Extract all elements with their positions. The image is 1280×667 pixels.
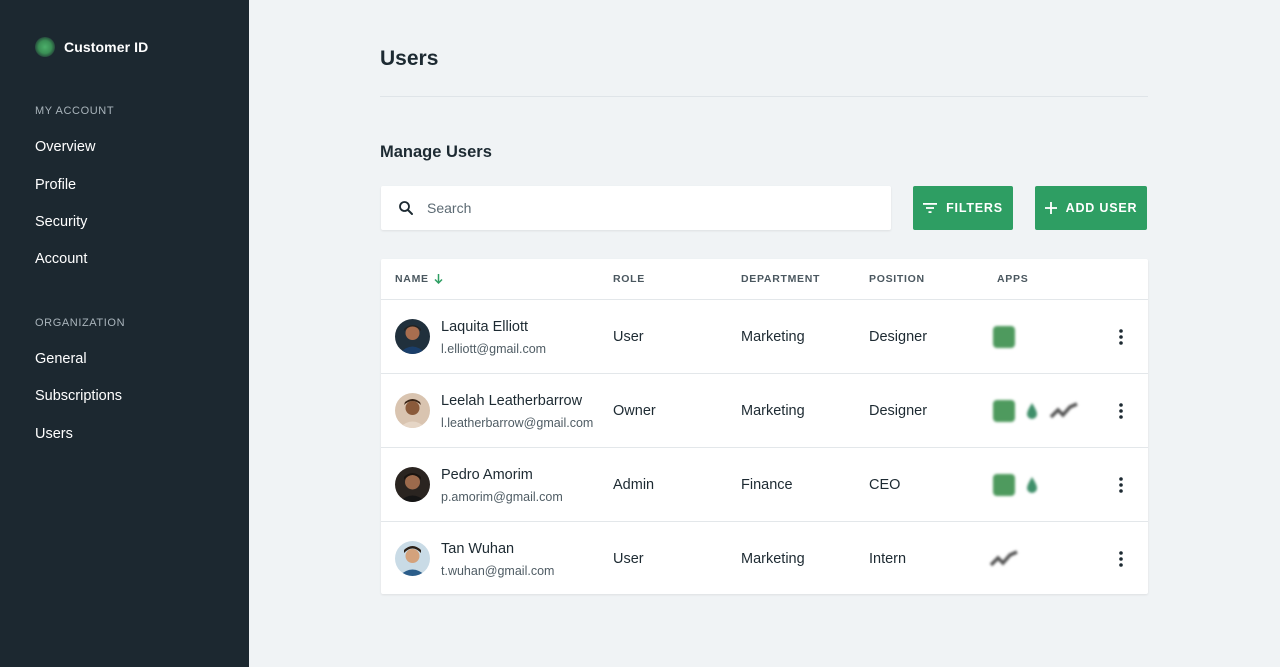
users-table: NAME ROLE DEPARTMENT POSITION APPS Laqui… <box>381 259 1148 594</box>
avatar <box>395 393 430 428</box>
brand[interactable]: Customer ID <box>35 37 148 57</box>
green-square-app-icon[interactable] <box>993 326 1015 348</box>
table-row[interactable]: Pedro Amorim p.amorim@gmail.com Admin Fi… <box>381 448 1148 522</box>
user-role: User <box>613 329 644 345</box>
sidebar-item-profile[interactable]: Profile <box>35 177 76 193</box>
user-apps <box>993 398 1089 424</box>
user-name: Laquita Elliott <box>441 319 529 335</box>
user-email: t.wuhan@gmail.com <box>441 564 555 578</box>
column-header-department[interactable]: DEPARTMENT <box>741 273 820 285</box>
user-department: Marketing <box>741 551 805 567</box>
more-options-icon[interactable] <box>1111 474 1131 496</box>
section-title: Manage Users <box>380 143 492 161</box>
scribble-app-icon[interactable] <box>989 549 1019 569</box>
user-role: User <box>613 551 644 567</box>
drop-app-icon[interactable] <box>1025 476 1039 494</box>
sidebar-item-security[interactable]: Security <box>35 214 87 230</box>
drop-app-icon[interactable] <box>1025 402 1039 420</box>
brand-logo-icon <box>35 37 55 57</box>
add-user-label: ADD USER <box>1065 201 1138 215</box>
user-email: l.elliott@gmail.com <box>441 342 547 356</box>
column-header-apps: APPS <box>997 273 1029 285</box>
table-header: NAME ROLE DEPARTMENT POSITION APPS <box>381 259 1148 300</box>
sidebar-item-account[interactable]: Account <box>35 251 87 267</box>
search-box[interactable] <box>381 186 891 230</box>
table-row[interactable]: Tan Wuhan t.wuhan@gmail.com User Marketi… <box>381 522 1148 596</box>
sidebar-item-users[interactable]: Users <box>35 426 73 442</box>
search-input[interactable] <box>427 200 867 216</box>
green-square-app-icon[interactable] <box>993 474 1015 496</box>
table-row[interactable]: Leelah Leatherbarrow l.leatherbarrow@gma… <box>381 374 1148 448</box>
filters-button[interactable]: FILTERS <box>913 186 1013 230</box>
avatar <box>395 541 430 576</box>
user-role: Admin <box>613 477 655 493</box>
brand-name: Customer ID <box>64 39 149 55</box>
search-icon <box>399 201 413 215</box>
user-email: l.leatherbarrow@gmail.com <box>441 416 594 430</box>
sort-down-arrow-icon <box>434 274 443 284</box>
nav-heading-my-account: MY ACCOUNT <box>35 105 115 117</box>
user-department: Marketing <box>741 403 805 419</box>
column-header-role[interactable]: ROLE <box>613 273 645 285</box>
more-options-icon[interactable] <box>1111 326 1131 348</box>
sidebar-item-general[interactable]: General <box>35 351 87 367</box>
user-apps <box>993 472 1049 498</box>
user-department: Marketing <box>741 329 805 345</box>
user-position: Designer <box>869 403 928 419</box>
table-row[interactable]: Laquita Elliott l.elliott@gmail.com User… <box>381 300 1148 374</box>
main-content: Users Manage Users FILTERS ADD USER NAME… <box>249 0 1280 667</box>
user-name: Tan Wuhan <box>441 541 515 557</box>
user-department: Finance <box>741 477 793 493</box>
user-position: CEO <box>869 477 901 493</box>
column-header-position[interactable]: POSITION <box>869 273 925 285</box>
user-name: Pedro Amorim <box>441 467 533 483</box>
plus-icon <box>1044 202 1057 214</box>
more-options-icon[interactable] <box>1111 548 1131 570</box>
sidebar: Customer ID MY ACCOUNT Overview Profile … <box>0 0 249 667</box>
sidebar-item-overview[interactable]: Overview <box>35 139 95 155</box>
page-title: Users <box>380 47 439 70</box>
user-name: Leelah Leatherbarrow <box>441 393 583 409</box>
avatar <box>395 467 430 502</box>
user-position: Intern <box>869 551 907 567</box>
column-header-name[interactable]: NAME <box>395 273 443 285</box>
nav-heading-organization: ORGANIZATION <box>35 317 126 329</box>
scribble-app-icon[interactable] <box>1049 401 1079 421</box>
filter-icon <box>923 203 938 213</box>
user-apps <box>993 324 1025 350</box>
green-square-app-icon[interactable] <box>993 400 1015 422</box>
user-role: Owner <box>613 403 656 419</box>
more-options-icon[interactable] <box>1111 400 1131 422</box>
sidebar-item-subscriptions[interactable]: Subscriptions <box>35 388 122 404</box>
user-position: Designer <box>869 329 928 345</box>
user-apps <box>989 546 1029 572</box>
add-user-button[interactable]: ADD USER <box>1035 186 1147 230</box>
avatar <box>395 319 430 354</box>
user-email: p.amorim@gmail.com <box>441 490 563 504</box>
filters-label: FILTERS <box>946 201 1003 215</box>
title-divider <box>380 96 1148 97</box>
